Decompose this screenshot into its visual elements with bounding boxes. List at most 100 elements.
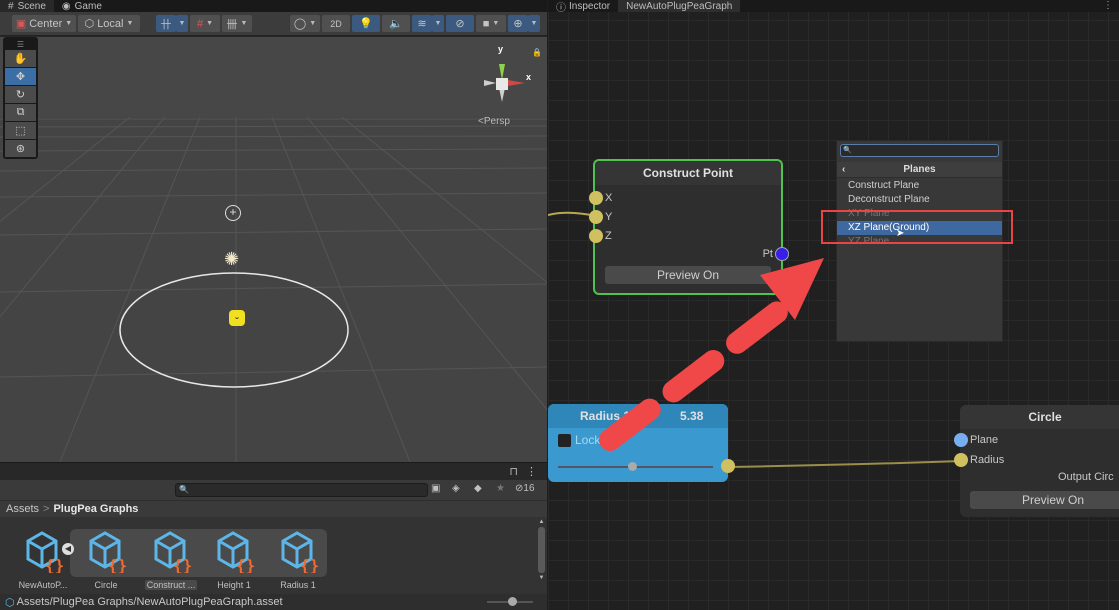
rotate-tool[interactable]: ↻: [5, 86, 36, 103]
cube-icon: ⬡: [84, 18, 95, 30]
toggle-2d-button[interactable]: 2D: [322, 15, 350, 32]
increment-snap-button[interactable]: # ▼: [190, 15, 220, 32]
project-header: ⊓ ⋮: [0, 462, 547, 480]
asset-item[interactable]: {} NewAutoP...: [10, 527, 76, 590]
tool-palette: ☰ ✋ ✥ ↻ ⧉ ⬚ ⊛: [3, 37, 38, 159]
asset-grid: ◀ {} NewAutoP... {} Circle {} Construct …: [0, 517, 547, 594]
graph-editor[interactable]: ⓘ Inspector NewAutoPlugPeaGraph ⋮ Constru…: [548, 0, 1119, 610]
mouse-cursor-icon: ➤: [896, 228, 905, 239]
grid-lines-icon: 卌: [226, 18, 238, 31]
menu-item[interactable]: Construct Plane: [837, 179, 1002, 193]
audio-toggle[interactable]: 🔈: [382, 15, 410, 32]
pivot-dropdown[interactable]: ▣ Center ▼: [12, 15, 76, 32]
graph-asset-icon: {}: [217, 531, 255, 573]
node-search-input[interactable]: 🔍: [840, 144, 999, 157]
scroll-down-icon[interactable]: ▼: [537, 575, 546, 581]
svg-text:{}: {}: [173, 556, 192, 573]
scale-icon: ⧉: [16, 106, 25, 118]
camera-dropdown[interactable]: ■ ▼: [476, 15, 506, 32]
breadcrumb: Assets > PlugPea Graphs: [0, 500, 547, 517]
effects-dropdown[interactable]: ▼: [432, 15, 444, 32]
lightbulb-icon: 💡: [359, 18, 373, 30]
effects-toggle[interactable]: ≋: [412, 15, 432, 32]
chevron-down-icon: ▼: [126, 20, 134, 27]
shading-icon: ◯: [293, 18, 307, 30]
asset-file-icon: ⬡: [5, 596, 15, 609]
eye-slash-icon: ⊘: [455, 18, 465, 30]
move-icon: ✥: [15, 71, 26, 83]
tab-game[interactable]: ◉ Game: [54, 0, 110, 12]
orientation-gizmo[interactable]: y x 🔒 <Persp: [470, 42, 542, 130]
gizmos-toggle[interactable]: ⊕: [508, 15, 528, 32]
project-search-row: 🔍 ▣ ◈ ◆ ★ ⊘16: [0, 480, 547, 500]
snap-icon: #: [196, 17, 204, 30]
transform-tool[interactable]: ⊛: [5, 140, 36, 157]
tag-icon[interactable]: ◆: [474, 483, 482, 494]
chevron-down-icon: ▼: [240, 20, 248, 27]
smiley-object-icon[interactable]: ᵕ: [229, 310, 245, 326]
asset-scrollbar[interactable]: ▲ ▼: [537, 519, 546, 593]
effects-icon: ≋: [417, 18, 427, 30]
scene-viewport[interactable]: + ✺ ᵕ y x 🔒 <Persp: [0, 37, 547, 462]
chevron-down-icon: ▼: [65, 20, 73, 27]
status-bar: ⬡ Assets/PlugPea Graphs/NewAutoPlugPeaGr…: [0, 594, 547, 610]
tab-scene[interactable]: # Scene: [0, 0, 54, 12]
circle-gizmo: [119, 272, 349, 388]
project-search-input[interactable]: 🔍: [175, 483, 428, 497]
chevron-down-icon: ▼: [434, 20, 442, 27]
svg-text:{}: {}: [236, 556, 255, 573]
palette-handle[interactable]: ☰: [5, 39, 36, 49]
hand-tool[interactable]: ✋: [5, 50, 36, 67]
search-icon: 🔍: [843, 147, 852, 154]
menu-header: ‹ Planes: [837, 162, 1002, 178]
breadcrumb-assets[interactable]: Assets: [6, 503, 39, 515]
move-tool[interactable]: ✥: [5, 68, 36, 85]
menu-item[interactable]: Deconstruct Plane: [837, 193, 1002, 207]
transform-icon: ⊛: [15, 143, 26, 155]
scroll-up-icon[interactable]: ▲: [537, 519, 546, 525]
grid-icon: #: [8, 0, 14, 12]
asset-item[interactable]: {} Circle: [73, 527, 139, 590]
arrow-shaft: [599, 299, 791, 451]
asset-item[interactable]: {} Construct ...: [138, 527, 204, 590]
icon-size-slider[interactable]: [487, 597, 533, 606]
lock-icon[interactable]: 🔒: [532, 48, 542, 57]
scale-tool[interactable]: ⧉: [5, 104, 36, 121]
scrollbar-thumb[interactable]: [538, 527, 545, 573]
chevron-down-icon: ▼: [206, 20, 214, 27]
hidden-packages-toggle[interactable]: ⊘16: [515, 483, 535, 494]
search-by-label-icon[interactable]: ◈: [452, 483, 460, 494]
lock-icon[interactable]: ⊓: [509, 465, 518, 478]
draw-mode-dropdown[interactable]: ◯ ▼: [290, 15, 320, 32]
asset-item[interactable]: {} Radius 1: [265, 527, 331, 590]
pivot-icon: ▣: [15, 18, 27, 30]
scene-visibility-toggle[interactable]: ⊘: [446, 15, 474, 32]
graph-asset-icon: {}: [26, 531, 64, 573]
rect-tool[interactable]: ⬚: [5, 122, 36, 139]
rotate-icon: ↻: [15, 89, 26, 101]
chevron-down-icon: ▼: [309, 20, 317, 27]
chevron-down-icon: ▼: [492, 20, 500, 27]
graph-asset-icon: {}: [89, 531, 127, 573]
light-gizmo-icon[interactable]: ✺: [224, 249, 239, 270]
favorite-star-icon[interactable]: ★: [496, 483, 505, 494]
camera-gizmo-icon[interactable]: +: [225, 205, 241, 221]
asset-item[interactable]: {} Height 1: [201, 527, 267, 590]
slider-knob[interactable]: [507, 597, 517, 606]
scene-tabbar: # Scene ◉ Game: [0, 0, 547, 12]
more-options-icon[interactable]: ⋮: [526, 465, 537, 478]
breadcrumb-current[interactable]: PlugPea Graphs: [53, 503, 138, 515]
grid-snap-dropdown[interactable]: ▼: [176, 15, 188, 32]
lighting-toggle[interactable]: 💡: [352, 15, 380, 32]
graph-asset-icon: {}: [154, 531, 192, 573]
grid-visibility-button[interactable]: 卌 ▼: [222, 15, 252, 32]
search-by-type-icon[interactable]: ▣: [431, 483, 440, 494]
projection-toggle[interactable]: <Persp: [478, 116, 510, 127]
grid-snap-button[interactable]: 卄: [156, 15, 176, 32]
space-dropdown[interactable]: ⬡ Local ▼: [78, 15, 140, 32]
back-chevron-icon[interactable]: ‹: [842, 164, 845, 175]
camera-icon: ■: [482, 17, 490, 30]
scene-panel: # Scene ◉ Game ▣ Center ▼ ⬡ Local ▼ 卄 ▼ # ▼ 卌 ▼ …: [0, 0, 547, 610]
chevron-down-icon: ▼: [178, 20, 186, 27]
gizmos-dropdown[interactable]: ▼: [528, 15, 540, 32]
